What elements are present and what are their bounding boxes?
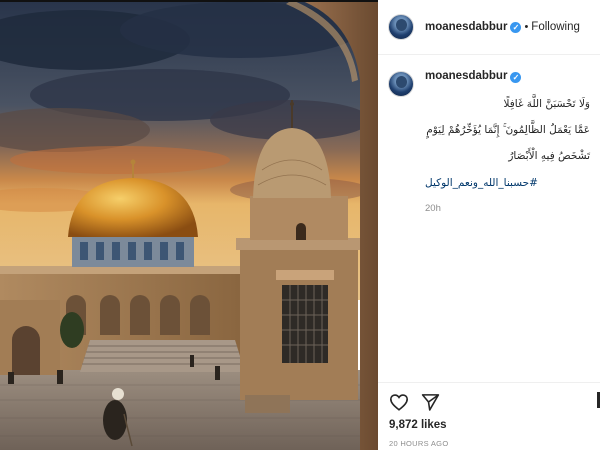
avatar[interactable] — [388, 71, 414, 97]
username[interactable]: moanesdabbur — [425, 21, 507, 33]
caption-text: وَلَا تَحْسَبَنَّ اللَّهَ غَافِلًا عَمَّ… — [425, 85, 590, 176]
caption-comment: moanesdabbur ✓ وَلَا تَحْسَبَنَّ اللَّهَ … — [388, 70, 593, 214]
hashtag-link[interactable]: #حسبنا_الله_ونعم_الوكيل — [425, 177, 590, 189]
comment-age[interactable]: 20h — [425, 203, 590, 214]
separator-dot: • — [524, 21, 529, 33]
caption-line: وَلَا تَحْسَبَنَّ اللَّهَ غَافِلًا — [503, 98, 591, 110]
avatar[interactable] — [388, 14, 414, 40]
caption-line: عَمَّا يَعْمَلُ الظَّالِمُونَ ۚ إِنَّمَا… — [426, 124, 590, 136]
verified-badge-icon: ✓ — [510, 72, 522, 83]
post-viewer: moanesdabbur ✓ • Following moanesdabbur ✓… — [0, 0, 600, 450]
post-photo[interactable] — [0, 0, 378, 450]
post-actions: 9,872 likes 20 HOURS AGO — [378, 382, 600, 450]
verified-badge-icon: ✓ — [510, 21, 522, 33]
heart-icon[interactable] — [389, 393, 409, 416]
paper-plane-icon[interactable] — [421, 393, 440, 416]
caption-username[interactable]: moanesdabbur ✓ — [425, 70, 590, 83]
following-button[interactable]: Following — [531, 21, 580, 33]
caption-line: تَشْخَصُ فِيهِ الْأَبْصَارُ — [508, 150, 590, 162]
post-header: moanesdabbur ✓ • Following — [378, 0, 600, 55]
caption-body: moanesdabbur ✓ وَلَا تَحْسَبَنَّ اللَّهَ … — [425, 70, 590, 214]
likes-count[interactable]: 9,872 likes — [389, 419, 447, 431]
dome-of-the-rock-image — [0, 0, 378, 450]
action-icons — [389, 393, 440, 416]
post-side-panel: moanesdabbur ✓ • Following moanesdabbur ✓… — [378, 0, 600, 450]
post-timestamp[interactable]: 20 HOURS AGO — [389, 439, 448, 448]
